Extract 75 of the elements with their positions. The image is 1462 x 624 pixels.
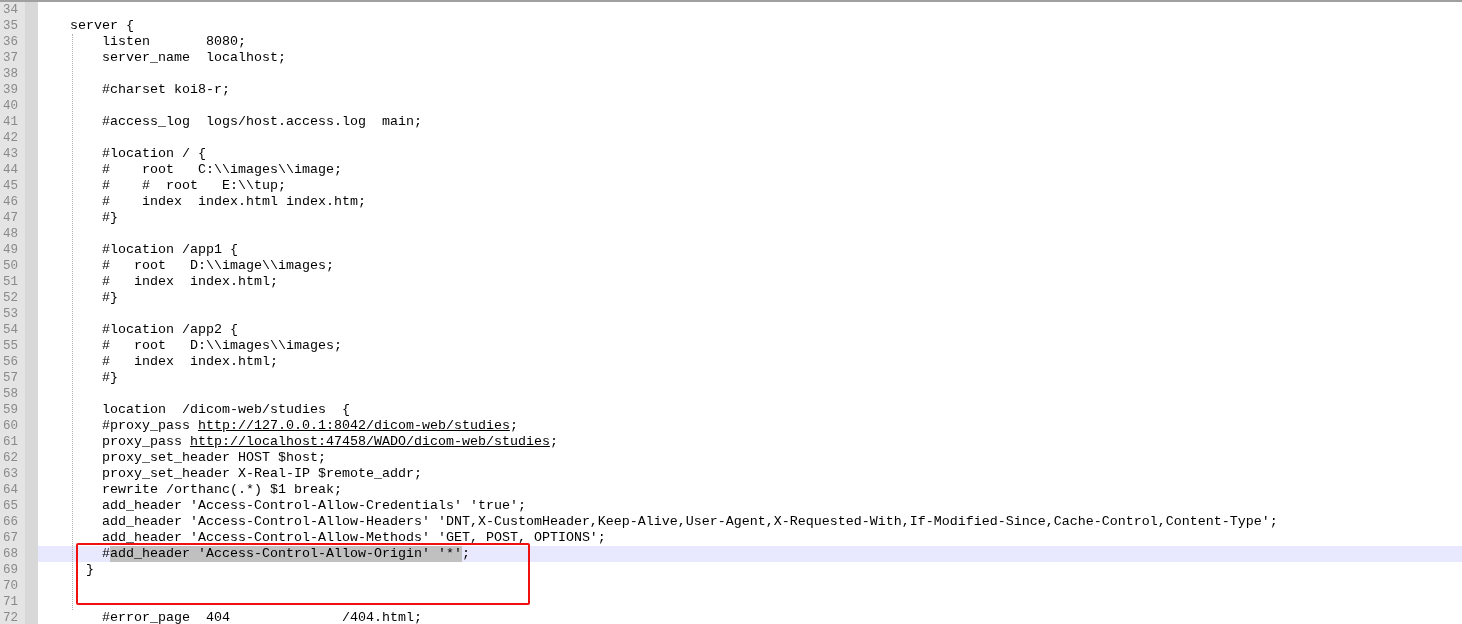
- line-number: 51: [2, 274, 19, 290]
- line-number: 52: [2, 290, 19, 306]
- code-text: add_header 'Access-Control-Allow-Headers' 'DNT,X-CustomHeader,Keep-Alive,User-Agent,X-Requested-With,If-Modified-Since,Cache-Control,Content-Type';: [101, 514, 1278, 530]
- line-number: 43: [2, 146, 19, 162]
- code-text: # root C:\\images\\image;: [101, 162, 342, 178]
- line-number: 48: [2, 226, 19, 242]
- code-text: listen 8080;: [101, 34, 246, 50]
- line-number: 61: [2, 434, 19, 450]
- code-text: #}: [101, 370, 118, 386]
- code-text: add_header 'Access-Control-Allow-Credentials' 'true';: [101, 498, 526, 514]
- line-number: 62: [2, 450, 19, 466]
- line-number: 70: [2, 578, 19, 594]
- code-text: ;: [549, 434, 558, 450]
- line-number: 35: [2, 18, 19, 34]
- code-text: #error_page 404 /404.html;: [101, 610, 422, 624]
- line-number: 44: [2, 162, 19, 178]
- code-text: #location /app1 {: [101, 242, 238, 258]
- code-text: proxy_set_header X-Real-IP $remote_addr;: [101, 466, 422, 482]
- line-number: 56: [2, 354, 19, 370]
- code-text: proxy_set_header HOST $host;: [101, 450, 326, 466]
- code-text: proxy_pass: [101, 434, 183, 450]
- line-number: 37: [2, 50, 19, 66]
- line-number: 53: [2, 306, 19, 322]
- code-text: server_name localhost;: [101, 50, 286, 66]
- line-number: 50: [2, 258, 19, 274]
- line-number: 72: [2, 610, 19, 624]
- url-link[interactable]: http://127.0.0.1:8042/dicom-web/studies: [197, 418, 510, 434]
- code-text: #charset koi8-r;: [101, 82, 230, 98]
- code-text: # # root E:\\tup;: [101, 178, 286, 194]
- line-number: 63: [2, 466, 19, 482]
- line-number: 59: [2, 402, 19, 418]
- url-link[interactable]: http://localhost:47458/WADO/dicom-web/studies: [189, 434, 550, 450]
- line-number: 55: [2, 338, 19, 354]
- line-number: 41: [2, 114, 19, 130]
- line-number: 60: [2, 418, 19, 434]
- code-text: add_header 'Access-Control-Allow-Methods' 'GET, POST, OPTIONS';: [101, 530, 606, 546]
- code-text: ;: [461, 546, 470, 562]
- line-number: 57: [2, 370, 19, 386]
- line-number: 36: [2, 34, 19, 50]
- line-number: 58: [2, 386, 19, 402]
- line-number: 49: [2, 242, 19, 258]
- code-text: #: [101, 546, 110, 562]
- line-number: 67: [2, 530, 19, 546]
- line-number: 42: [2, 130, 19, 146]
- line-number: 45: [2, 178, 19, 194]
- code-text: #proxy_pass: [101, 418, 191, 434]
- line-number: 38: [2, 66, 19, 82]
- line-number: 66: [2, 514, 19, 530]
- code-text: #}: [101, 210, 118, 226]
- line-number: 65: [2, 498, 19, 514]
- code-text: # root D:\\images\\images;: [101, 338, 342, 354]
- code-text: location /dicom-web/studies {: [101, 402, 350, 418]
- code-text: # index index.html;: [101, 354, 278, 370]
- line-number: 34: [2, 2, 19, 18]
- line-number: 69: [2, 562, 19, 578]
- line-number: 68: [2, 546, 19, 562]
- code-text: # index index.html index.htm;: [101, 194, 366, 210]
- line-number: 40: [2, 98, 19, 114]
- line-number: 54: [2, 322, 19, 338]
- code-text: #}: [101, 290, 118, 306]
- code-text: #location / {: [101, 146, 206, 162]
- code-text: }: [85, 562, 94, 578]
- code-text: ;: [509, 418, 518, 434]
- line-number: 71: [2, 594, 19, 610]
- line-number: 39: [2, 82, 19, 98]
- line-number: 64: [2, 482, 19, 498]
- code-text: # index index.html;: [101, 274, 278, 290]
- line-number: 47: [2, 210, 19, 226]
- code-text: #location /app2 {: [101, 322, 238, 338]
- line-number: 46: [2, 194, 19, 210]
- selected-text: add_header 'Access-Control-Allow-Origin' '*': [110, 546, 462, 562]
- code-text: # root D:\\image\\images;: [101, 258, 334, 274]
- code-text: rewrite /orthanc(.*) $1 break;: [101, 482, 342, 498]
- code-text: #access_log logs/host.access.log main;: [101, 114, 422, 130]
- code-text: server {: [69, 18, 134, 34]
